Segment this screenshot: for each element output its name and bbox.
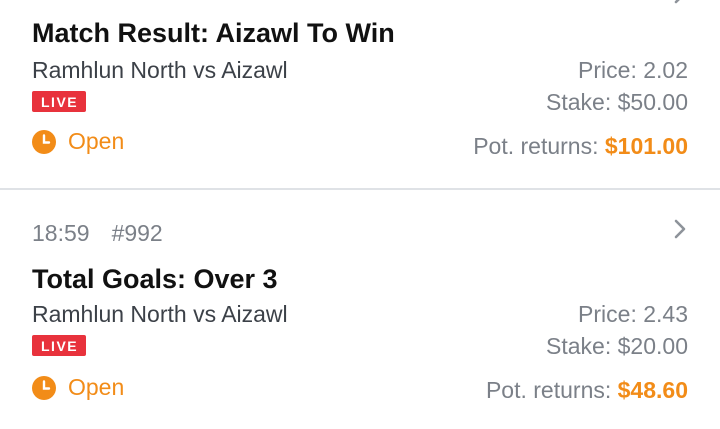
- stake-value: $20.00: [617, 333, 688, 359]
- price-row: Price: 2.43: [578, 301, 688, 328]
- chevron-right-icon[interactable]: [672, 218, 688, 245]
- match-name: Ramhlun North vs Aizawl: [32, 301, 288, 327]
- returns-value: $101.00: [604, 133, 688, 159]
- bet-card[interactable]: Match Result: Aizawl To Win Ramhlun Nort…: [0, 0, 720, 189]
- match-name: Ramhlun North vs Aizawl: [32, 57, 288, 83]
- status-label: Open: [68, 374, 125, 400]
- bet-meta: 18:59 #992: [32, 220, 163, 247]
- live-badge: LIVE: [32, 91, 87, 112]
- price-label: Price:: [578, 57, 637, 83]
- price-row: Price: 2.02: [578, 57, 688, 84]
- price-value: 2.02: [643, 57, 688, 83]
- bet-status: Open: [32, 128, 124, 155]
- bet-time: 18:59: [32, 220, 90, 246]
- stake-row: Stake: $20.00: [546, 333, 688, 360]
- returns-label: Pot. returns:: [485, 377, 612, 403]
- price-label: Price:: [578, 301, 637, 327]
- returns-value: $48.60: [617, 377, 688, 403]
- status-label: Open: [68, 128, 125, 154]
- price-value: 2.43: [643, 301, 688, 327]
- returns-label: Pot. returns:: [473, 133, 599, 159]
- returns-row: Pot. returns: $48.60: [486, 377, 688, 404]
- stake-value: $50.00: [617, 89, 688, 115]
- stake-label: Stake:: [546, 333, 612, 359]
- bet-status: Open: [32, 374, 124, 401]
- chevron-right-icon[interactable]: [672, 0, 688, 9]
- bet-title: Total Goals: Over 3: [32, 264, 278, 294]
- live-badge: LIVE: [32, 335, 87, 356]
- returns-row: Pot. returns: $101.00: [473, 133, 688, 160]
- bet-ref: #992: [111, 220, 163, 246]
- bet-title: Match Result: Aizawl To Win: [32, 18, 395, 48]
- stake-row: Stake: $50.00: [546, 89, 688, 116]
- bet-card[interactable]: 18:59 #992 Total Goals: Over 3 Ramhlun No…: [0, 190, 720, 429]
- clock-icon: [32, 375, 56, 400]
- clock-icon: [32, 129, 56, 154]
- stake-label: Stake:: [546, 89, 612, 115]
